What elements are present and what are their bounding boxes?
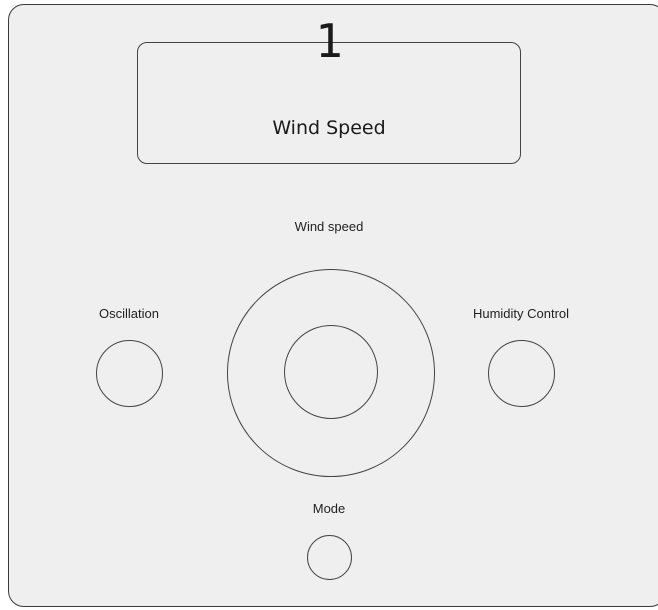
wind-speed-center-button[interactable] <box>284 325 378 419</box>
humidity-control-label: Humidity Control <box>472 306 570 321</box>
wind-speed-label: Wind speed <box>294 219 364 234</box>
oscillation-button[interactable] <box>96 340 163 407</box>
display-label: Wind Speed <box>272 117 386 139</box>
mode-button[interactable] <box>307 535 352 580</box>
display-value: 1 <box>315 14 343 68</box>
mode-label: Mode <box>312 501 346 516</box>
oscillation-label: Oscillation <box>99 306 159 321</box>
humidity-control-button[interactable] <box>488 340 555 407</box>
